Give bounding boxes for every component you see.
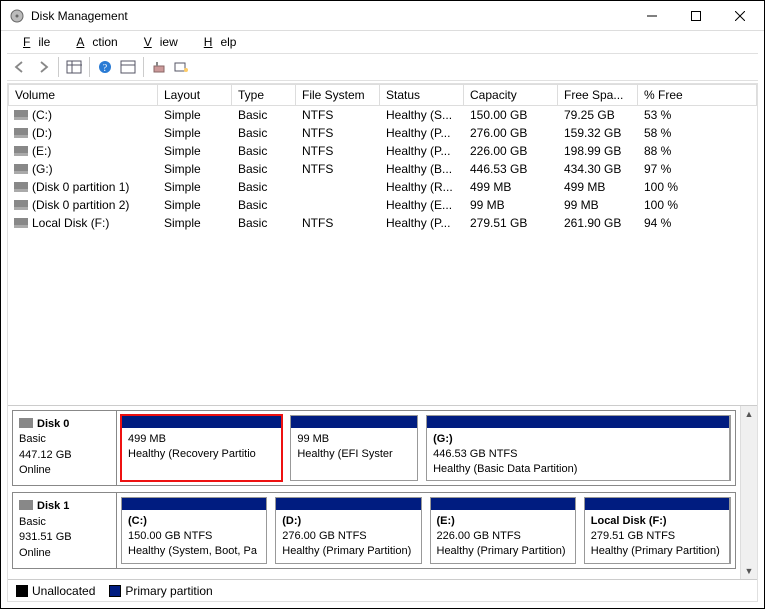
- col-volume[interactable]: Volume: [8, 84, 158, 106]
- close-button[interactable]: [718, 2, 762, 30]
- partition[interactable]: Local Disk (F:)279.51 GB NTFSHealthy (Pr…: [584, 497, 731, 564]
- refresh-icon[interactable]: [148, 56, 170, 78]
- partition-header-bar: [122, 498, 266, 510]
- col-status[interactable]: Status: [380, 84, 464, 106]
- col-capacity[interactable]: Capacity: [464, 84, 558, 106]
- volume-list: Volume Layout Type File System Status Ca…: [8, 84, 757, 406]
- svg-text:?: ?: [103, 63, 108, 74]
- volume-icon: [14, 200, 28, 210]
- legend-unallocated: Unallocated: [16, 584, 95, 598]
- titlebar: Disk Management: [1, 1, 764, 31]
- partition[interactable]: (D:)276.00 GB NTFSHealthy (Primary Parti…: [275, 497, 421, 564]
- col-layout[interactable]: Layout: [158, 84, 232, 106]
- partition[interactable]: 99 MBHealthy (EFI Syster: [290, 415, 418, 482]
- volume-row[interactable]: (C:)SimpleBasicNTFSHealthy (S...150.00 G…: [8, 106, 757, 124]
- volume-icon: [14, 218, 28, 228]
- partition-header-bar: [431, 498, 575, 510]
- partition[interactable]: 499 MBHealthy (Recovery Partitio: [121, 415, 282, 482]
- volume-row[interactable]: (Disk 0 partition 2)SimpleBasicHealthy (…: [8, 196, 757, 214]
- partition-container: (C:)150.00 GB NTFSHealthy (System, Boot,…: [117, 492, 736, 569]
- volume-row[interactable]: (Disk 0 partition 1)SimpleBasicHealthy (…: [8, 178, 757, 196]
- volume-row[interactable]: Local Disk (F:)SimpleBasicNTFSHealthy (P…: [8, 214, 757, 232]
- menu-help[interactable]: Help: [188, 33, 245, 51]
- volume-icon: [14, 164, 28, 174]
- scroll-down-icon[interactable]: ▼: [741, 562, 757, 579]
- menu-file[interactable]: File: [7, 33, 58, 51]
- disk-row: Disk 0Basic447.12 GBOnline499 MBHealthy …: [12, 410, 736, 487]
- menu-view[interactable]: View: [128, 33, 186, 51]
- volume-row[interactable]: (E:)SimpleBasicNTFSHealthy (P...226.00 G…: [8, 142, 757, 160]
- partition[interactable]: (E:)226.00 GB NTFSHealthy (Primary Parti…: [430, 497, 576, 564]
- window-title: Disk Management: [31, 9, 630, 23]
- volume-row[interactable]: (G:)SimpleBasicNTFSHealthy (B...446.53 G…: [8, 160, 757, 178]
- volume-icon: [14, 182, 28, 192]
- disk-icon: [19, 500, 33, 510]
- partition-header-bar: [585, 498, 729, 510]
- partition-header-bar: [122, 416, 281, 428]
- partition[interactable]: (C:)150.00 GB NTFSHealthy (System, Boot,…: [121, 497, 267, 564]
- content-area: Volume Layout Type File System Status Ca…: [7, 83, 758, 602]
- volume-icon: [14, 146, 28, 156]
- col-free[interactable]: Free Spa...: [558, 84, 638, 106]
- scrollbar-vertical[interactable]: ▲ ▼: [740, 406, 757, 579]
- scroll-up-icon[interactable]: ▲: [741, 406, 757, 423]
- properties-icon[interactable]: [117, 56, 139, 78]
- disk-management-window: Disk Management File Action View Help ? …: [0, 0, 765, 609]
- disk-row: Disk 1Basic931.51 GBOnline(C:)150.00 GB …: [12, 492, 736, 569]
- legend: Unallocated Primary partition: [8, 579, 757, 601]
- volume-rows: (C:)SimpleBasicNTFSHealthy (S...150.00 G…: [8, 106, 757, 405]
- forward-button[interactable]: [32, 56, 54, 78]
- menu-action[interactable]: Action: [60, 33, 125, 51]
- partition-container: 499 MBHealthy (Recovery Partitio99 MBHea…: [117, 410, 736, 487]
- disk-info[interactable]: Disk 0Basic447.12 GBOnline: [12, 410, 117, 487]
- maximize-button[interactable]: [674, 2, 718, 30]
- disk-icon: [19, 418, 33, 428]
- settings-icon[interactable]: [171, 56, 193, 78]
- menubar: File Action View Help: [1, 31, 764, 53]
- partition-header-bar: [427, 416, 729, 428]
- minimize-button[interactable]: [630, 2, 674, 30]
- volume-icon: [14, 110, 28, 120]
- disk-graphical-view: Disk 0Basic447.12 GBOnline499 MBHealthy …: [8, 406, 757, 579]
- partition-header-bar: [276, 498, 420, 510]
- back-button[interactable]: [9, 56, 31, 78]
- partition[interactable]: (G:)446.53 GB NTFSHealthy (Basic Data Pa…: [426, 415, 731, 482]
- volume-icon: [14, 128, 28, 138]
- col-fs[interactable]: File System: [296, 84, 380, 106]
- partition-header-bar: [291, 416, 417, 428]
- window-buttons: [630, 2, 762, 30]
- col-pct[interactable]: % Free: [638, 84, 757, 106]
- show-hide-console-icon[interactable]: [63, 56, 85, 78]
- disk-info[interactable]: Disk 1Basic931.51 GBOnline: [12, 492, 117, 569]
- column-headers: Volume Layout Type File System Status Ca…: [8, 84, 757, 106]
- volume-row[interactable]: (D:)SimpleBasicNTFSHealthy (P...276.00 G…: [8, 124, 757, 142]
- legend-primary: Primary partition: [109, 584, 212, 598]
- help-icon[interactable]: ?: [94, 56, 116, 78]
- col-type[interactable]: Type: [232, 84, 296, 106]
- toolbar: ?: [7, 53, 758, 81]
- app-icon: [9, 8, 25, 24]
